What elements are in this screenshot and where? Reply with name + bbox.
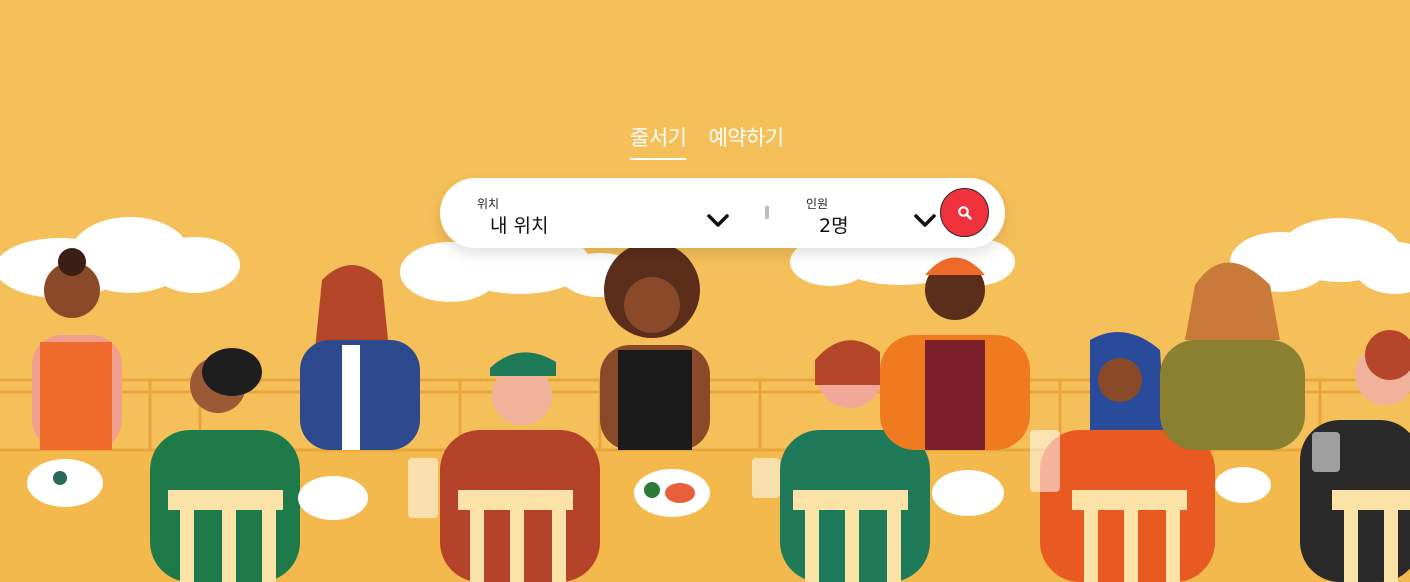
location-select[interactable]: 내 위치 bbox=[490, 211, 548, 238]
tab-reservation[interactable]: 예약하기 bbox=[708, 122, 784, 160]
tab-waiting[interactable]: 줄서기 bbox=[630, 122, 687, 160]
people-label: 인원 bbox=[806, 197, 829, 211]
dining-people-illustration bbox=[0, 217, 1410, 582]
location-label: 위치 bbox=[477, 197, 500, 211]
search-icon bbox=[957, 205, 972, 220]
field-divider bbox=[765, 206, 769, 219]
booking-tabs: 줄서기 예약하기 bbox=[630, 122, 784, 160]
people-select[interactable]: 2명 bbox=[819, 211, 849, 238]
people-chevron-down-icon[interactable] bbox=[914, 214, 936, 228]
hero-banner: 줄서기 예약하기 위치 내 위치 인원 2명 bbox=[0, 0, 1410, 582]
search-bar: 위치 내 위치 인원 2명 bbox=[440, 178, 1005, 248]
location-chevron-down-icon[interactable] bbox=[707, 214, 729, 228]
search-button[interactable] bbox=[940, 188, 989, 237]
